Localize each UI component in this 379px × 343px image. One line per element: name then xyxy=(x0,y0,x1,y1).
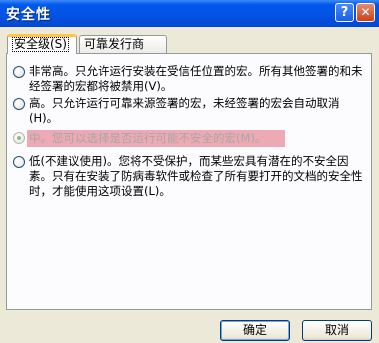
tab-security-level[interactable]: 安全级(S) xyxy=(7,34,77,54)
tab-trusted-publishers-label: 可靠发行商 xyxy=(84,37,145,51)
security-level-panel: 非常高。只允许运行安装在受信任位置的宏。所有其他签署的和未经签署的宏都将被禁用(… xyxy=(6,53,372,310)
close-button[interactable]: ✕ xyxy=(356,3,375,22)
radio-medium[interactable] xyxy=(13,132,25,144)
option-low-label: 低(不建议使用)。您将不受保护，而某些宏具有潜在的不安全因素。只有在安装了防病毒… xyxy=(29,154,363,198)
ok-button[interactable]: 确定 xyxy=(220,320,290,341)
radio-medium-selected-dot xyxy=(17,136,21,140)
tab-security-level-label: 安全级(S) xyxy=(12,37,69,52)
tab-trusted-publishers[interactable]: 可靠发行商 xyxy=(79,35,167,53)
radio-very-high[interactable] xyxy=(13,66,25,78)
cancel-button[interactable]: 取消 xyxy=(302,320,372,341)
option-high-label: 高。只允许运行可靠来源签署的宏，未经签署的宏会自动取消(H)。 xyxy=(29,96,340,125)
title-bar: 安全性 ? ✕ xyxy=(0,0,379,27)
option-medium-label: 中。您可以选择是否运行可能不安全的宏(M)。 xyxy=(29,131,267,145)
radio-low[interactable] xyxy=(13,156,25,168)
window-title: 安全性 xyxy=(6,7,51,23)
option-very-high-label: 非常高。只允许运行安装在受信任位置的宏。所有其他签署的和未经签署的宏都将被禁用(… xyxy=(29,64,363,93)
help-button[interactable]: ? xyxy=(335,3,354,22)
radio-high[interactable] xyxy=(13,98,25,110)
